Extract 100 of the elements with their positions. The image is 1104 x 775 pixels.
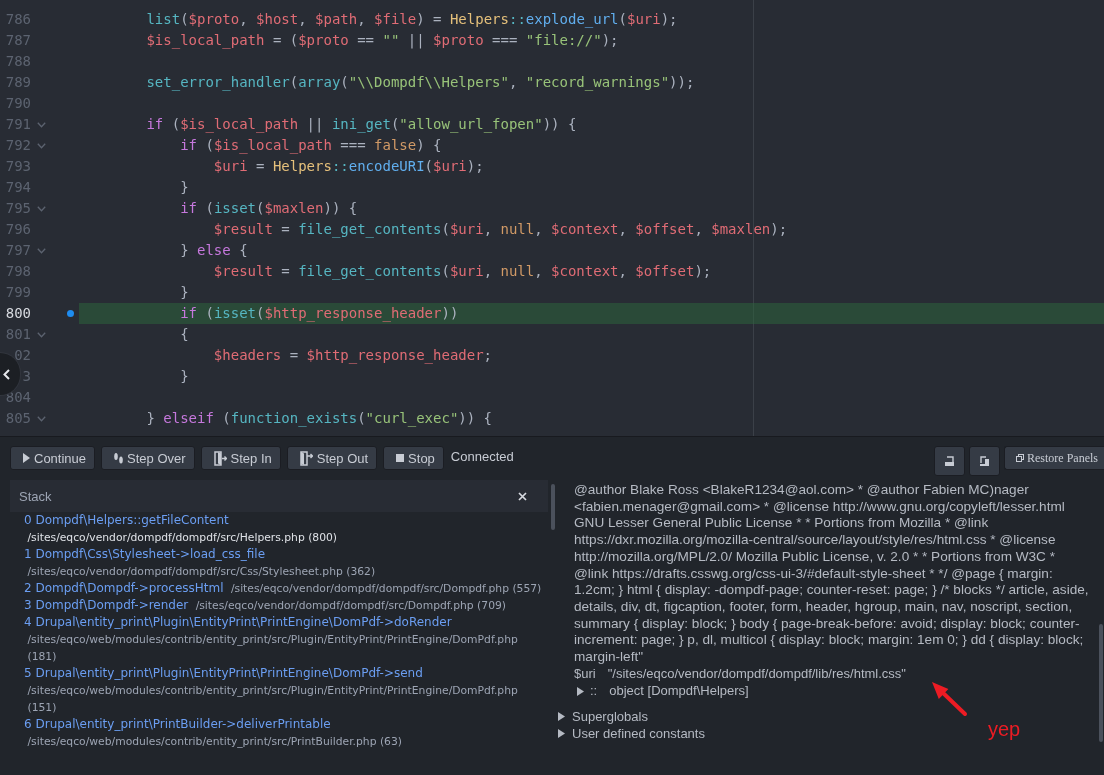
line-number: 801 <box>5 325 31 344</box>
footsteps-icon <box>114 451 124 465</box>
line-number: 787 <box>5 31 31 50</box>
frame-line: (709) <box>477 599 507 612</box>
fold-chevron-icon[interactable] <box>37 205 46 212</box>
frame-function[interactable]: Drupal\entity_print\Plugin\EntityPrint\PrintEngine\DomPdf->send <box>35 666 423 680</box>
frame-number: 0 <box>24 513 32 527</box>
line-number: 793 <box>5 157 31 176</box>
stop-button[interactable]: Stop <box>383 446 444 470</box>
variable-value: object [Dompdf\Helpers] <box>609 682 749 700</box>
file-path: /sites/eqco/web/modules/contrib/entity_print/src/PrintBuilder.php <box>27 735 377 748</box>
step-in-button[interactable]: Step In <box>200 446 281 470</box>
close-icon[interactable] <box>518 491 527 501</box>
frame-number: 6 <box>24 717 32 731</box>
code-line: list($proto, $host, $path, $file) = Helpers::explode_url($uri); <box>146 11 678 27</box>
code-line: $result = file_get_contents($uri, null, $context, $offset); <box>213 263 712 279</box>
line-number: 799 <box>5 283 31 302</box>
expand-triangle-icon[interactable] <box>558 728 565 738</box>
line-number: 792 <box>5 136 31 155</box>
line-number: 795 <box>5 199 31 218</box>
panel-title: Stack <box>19 488 52 504</box>
chevron-left-icon[interactable] <box>3 368 10 380</box>
code-line: if ($is_local_path === false) { <box>180 137 442 153</box>
connection-status: Connected <box>450 448 514 466</box>
code-line: set_error_handler(array("\\Dompdf\\Helpers", "record_warnings")); <box>146 74 695 90</box>
code-line: } <box>180 179 189 195</box>
fold-chevron-icon[interactable] <box>37 331 46 338</box>
annotation-text: yep <box>988 717 1021 741</box>
frame-function[interactable]: Dompdf\Css\Stylesheet->load_css_file <box>35 547 266 561</box>
line-number: 3 <box>22 367 31 386</box>
file-path: /sites/eqco/vendor/dompdf/dompdf/src/Dompdf.php <box>195 599 474 612</box>
code-line: $is_local_path = ($proto == "" || $proto === "file://"); <box>146 32 619 48</box>
frame-number: 3 <box>24 598 32 612</box>
expand-triangle-icon[interactable] <box>558 711 565 721</box>
frame-line: (362) <box>346 565 376 578</box>
frame-function[interactable]: Dompdf\Dompdf->render <box>35 598 189 612</box>
code-line: } else { <box>180 242 248 258</box>
frame-number: 1 <box>24 547 32 561</box>
variable-name: :: <box>590 682 598 700</box>
variable-value: "/sites/eqco/vendor/dompdf/dompdf/lib/res/html.css" <box>607 665 906 683</box>
line-number: 805 <box>5 409 31 428</box>
frame-line: (151) <box>27 701 57 714</box>
code-line: if (isset($http_response_header)) <box>180 305 459 321</box>
panel-bottom-icon <box>944 455 955 467</box>
stop-icon <box>396 454 405 462</box>
panel-layout-button[interactable] <box>969 446 1000 476</box>
fold-chevron-icon[interactable] <box>37 142 46 149</box>
breakpoint-dot-icon[interactable] <box>67 310 74 317</box>
frame-function[interactable]: Dompdf\Dompdf->processHtml <box>35 581 224 595</box>
line-number: 788 <box>5 52 31 71</box>
step-over-button[interactable]: Step Over <box>101 446 195 470</box>
frame-number: 5 <box>24 666 32 680</box>
door-arrow-icon <box>213 450 227 466</box>
code-line: } elseif (function_exists("curl_exec")) { <box>146 410 493 426</box>
code-line: $uri = Helpers::encodeURI($uri); <box>213 158 484 174</box>
scrollbar-thumb[interactable] <box>551 484 555 530</box>
fold-chevron-icon[interactable] <box>37 415 46 422</box>
line-number: 790 <box>5 94 31 113</box>
fold-chevron-icon[interactable] <box>37 121 46 128</box>
frame-function[interactable]: Drupal\entity_print\PrintBuilder->deliverPrintable <box>35 717 331 731</box>
line-number: 798 <box>5 262 31 281</box>
scrollbar-thumb[interactable] <box>1099 624 1103 742</box>
code-line: } <box>180 284 189 300</box>
frame-line: (63) <box>379 735 402 748</box>
fold-chevron-icon[interactable] <box>37 247 46 254</box>
variable-value: @author Blake Ross <BlakeR1234@aol.com> * @author Fabien MC)nager <fabien.menager@gmail.com> * @license http://www.gnu.org/copyleft/lesser.html GNU Lesser General Public License * * Portions from Mozilla * @link https://dxr.mozilla.org/mozilla-central/source/layout/style/res/html.css * @license http://mozilla.org/MPL/2.0/ Mozilla Public License, v. 2.0 * * Portions from W3C * @link https://drafts.csswg.org/css-ui-3/#default-style-sheet * */ @page { margin: 1.2cm; } html { display: -dompdf-page; counter-reset: page; } /* blocks */ article, aside, details, div, dt, figcaption, footer, form, header, hgroup, main, nav, noscript, section, summary { display: block; } body { page-break-before: avoid; display: block; counter-increment: page; } p, dl, multicol { display: block; margin: 1em 0; } dd { display: block; margin-left" <box>574 482 1089 666</box>
code-line: { <box>180 326 189 342</box>
frame-function[interactable]: Dompdf\Helpers::getFileContent <box>35 513 229 527</box>
line-number: 797 <box>5 241 31 260</box>
step-out-button[interactable]: Step Out <box>286 446 378 470</box>
code-line: if (isset($maxlen)) { <box>180 200 358 216</box>
file-path: /sites/eqco/web/modules/contrib/entity_print/src/Plugin/EntityPrint/PrintEngine/DomPdf.php <box>27 684 518 697</box>
frame-number: 4 <box>24 615 32 629</box>
tree-item[interactable]: User defined constants <box>572 724 705 742</box>
file-path: /sites/eqco/vendor/dompdf/dompdf/src/Dompdf.php <box>230 582 509 595</box>
frame-line: (181) <box>27 650 57 663</box>
line-number: 789 <box>5 73 31 92</box>
frame-function[interactable]: Drupal\entity_print\Plugin\EntityPrint\PrintEngine\DomPdf->doRender <box>35 615 452 629</box>
frame-line: (557) <box>512 582 542 595</box>
code-line: $result = file_get_contents($uri, null, $context, $offset, $maxlen); <box>213 221 788 237</box>
expand-triangle-icon[interactable] <box>577 686 584 696</box>
code-line: } <box>180 368 189 384</box>
overlapping-windows-icon <box>1016 454 1024 462</box>
code-line: if ($is_local_path || ini_get("allow_url_fopen")) { <box>146 116 577 132</box>
door-arrow-icon <box>299 450 313 466</box>
file-path: /sites/eqco/vendor/dompdf/dompdf/src/Helpers.php <box>27 531 305 544</box>
line-number: 794 <box>5 178 31 197</box>
tree-item[interactable]: Superglobals <box>572 707 648 725</box>
file-path: /sites/eqco/web/modules/contrib/entity_print/src/Plugin/EntityPrint/PrintEngine/DomPdf.php <box>27 633 518 646</box>
continue-button[interactable]: Continue <box>10 446 96 470</box>
panel-layout-button[interactable] <box>934 446 965 476</box>
frame-line: (800) <box>308 531 338 544</box>
line-number: 786 <box>5 10 31 29</box>
line-number: 796 <box>5 220 31 239</box>
panel-side-icon <box>979 455 990 467</box>
line-number: 800 <box>5 304 31 323</box>
line-number: 02 <box>14 346 31 365</box>
file-path: /sites/eqco/vendor/dompdf/dompdf/src/Css/Stylesheet.php <box>27 565 343 578</box>
restore-panels-button[interactable]: Restore Panels <box>1004 446 1104 470</box>
play-icon <box>23 453 30 463</box>
